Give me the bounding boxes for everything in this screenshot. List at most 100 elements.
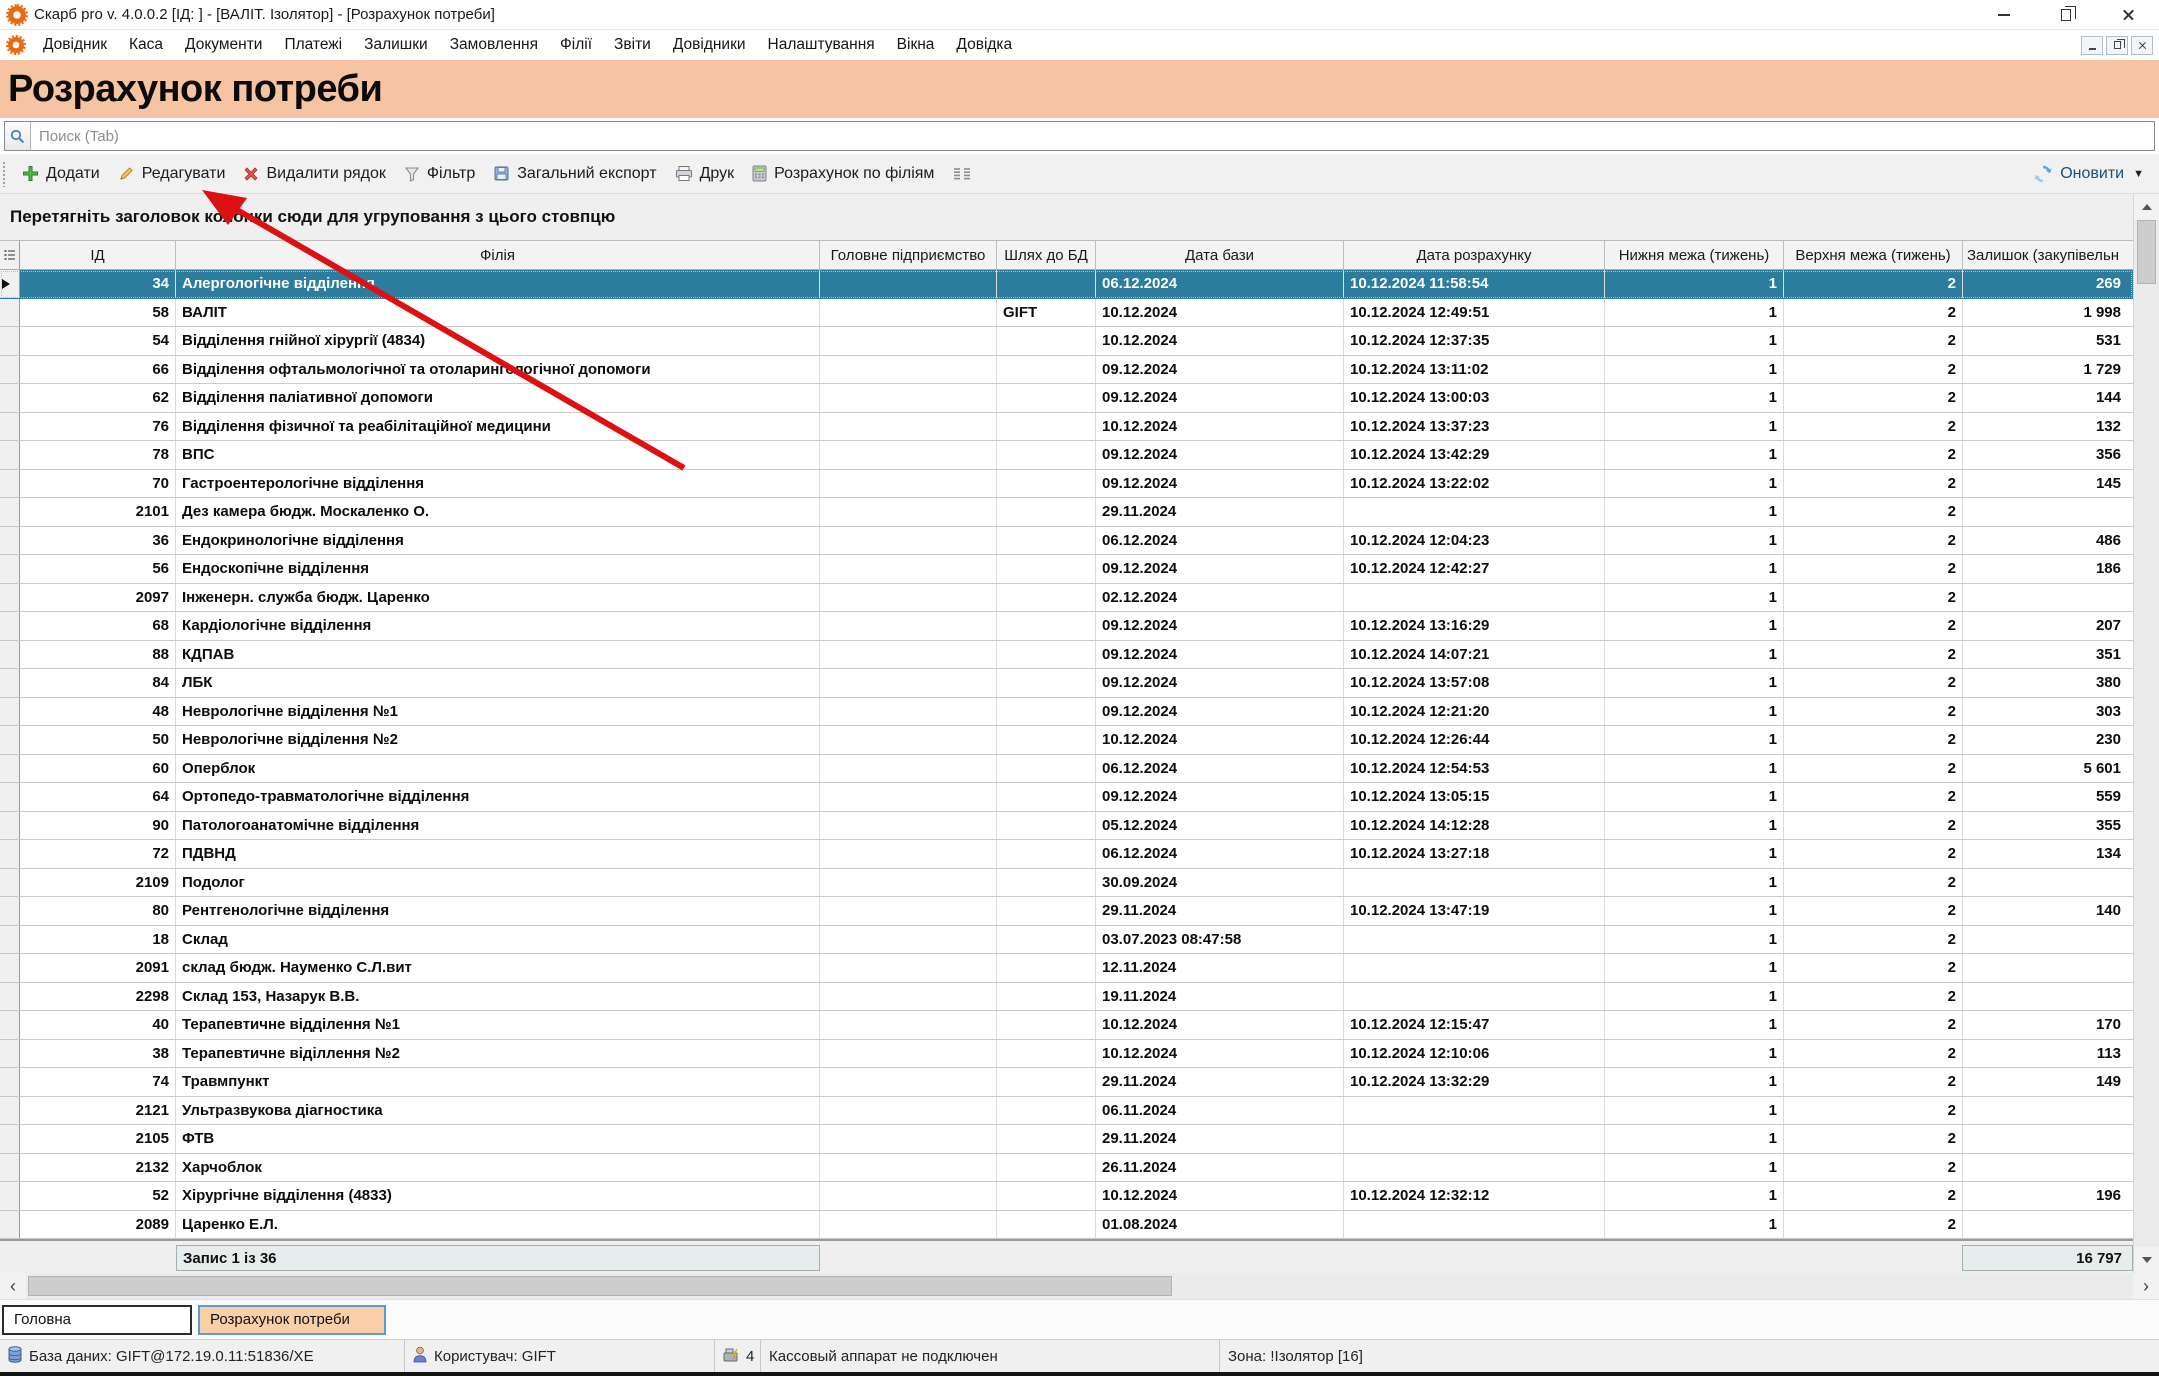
column-header-id[interactable]: ІД (20, 241, 176, 269)
menu-item-каса[interactable]: Каса (118, 32, 174, 58)
table-row[interactable]: 50Неврологічне відділення №210.12.202410… (0, 726, 2133, 755)
table-row[interactable]: 2121Ультразвукова діагностика06.11.20241… (0, 1097, 2133, 1126)
table-row[interactable]: 90Патологоанатомічне відділення05.12.202… (0, 812, 2133, 841)
menu-item-довідка[interactable]: Довідка (945, 32, 1023, 58)
menu-item-налаштування[interactable]: Налаштування (757, 32, 886, 58)
table-row[interactable]: 2101Дез камера бюдж. Москаленко О.29.11.… (0, 498, 2133, 527)
cell (820, 1011, 997, 1039)
menu-item-довідник[interactable]: Довідник (32, 32, 118, 58)
table-row[interactable]: 48Неврологічне відділення №109.12.202410… (0, 698, 2133, 727)
table-row[interactable]: 52Хірургічне відділення (4833)10.12.2024… (0, 1182, 2133, 1211)
table-row[interactable]: 2298Склад 153, Назарук В.В.19.11.202412 (0, 983, 2133, 1012)
menu-item-замовлення[interactable]: Замовлення (439, 32, 549, 58)
horizontal-scrollbar[interactable]: ‹ › (0, 1273, 2159, 1299)
table-row[interactable]: 2097Інженерн. служба бюдж. Царенко02.12.… (0, 584, 2133, 613)
calc-by-branches-button[interactable]: Розрахунок по філіям (743, 160, 943, 188)
table-row[interactable]: 54Відділення гнійної хірургії (4834)10.1… (0, 327, 2133, 356)
cell: 26.11.2024 (1096, 1154, 1344, 1182)
vertical-scroll-track[interactable] (2134, 284, 2159, 1247)
column-header-main-enterprise[interactable]: Головне підприємство (820, 241, 997, 269)
table-row[interactable]: 78ВПС09.12.202410.12.2024 13:42:2912356 (0, 441, 2133, 470)
add-button[interactable]: Додати (13, 160, 109, 188)
tab-home[interactable]: Головна (2, 1305, 192, 1335)
table-row[interactable]: 34Алергологічне відділення06.12.202410.1… (0, 270, 2133, 299)
cell (820, 584, 997, 612)
restore-button[interactable] (2035, 1, 2097, 29)
table-row[interactable]: 64Ортопедо-травматологічне відділення09.… (0, 783, 2133, 812)
cell: 2 (1784, 840, 1963, 868)
tab-rozrakhunok-potreby[interactable]: Розрахунок потреби (198, 1305, 386, 1335)
mdi-close-button[interactable] (2131, 36, 2153, 55)
table-row[interactable]: 2089Царенко Е.Л.01.08.202412 (0, 1211, 2133, 1240)
table-row[interactable]: 36Ендокринологічне відділення06.12.20241… (0, 527, 2133, 556)
table-row[interactable]: 40Терапевтичне відділення №110.12.202410… (0, 1011, 2133, 1040)
vertical-scrollbar[interactable] (2133, 194, 2159, 1273)
column-header-calc-date[interactable]: Дата розрахунку (1344, 241, 1605, 269)
table-row[interactable]: 62Відділення паліативної допомоги09.12.2… (0, 384, 2133, 413)
table-row[interactable]: 74Травмпункт29.11.202410.12.2024 13:32:2… (0, 1068, 2133, 1097)
table-row[interactable]: 70Гастроентерологічне відділення09.12.20… (0, 470, 2133, 499)
cell: 134 (1963, 840, 2133, 868)
cell: 09.12.2024 (1096, 441, 1344, 469)
table-row[interactable]: 2105ФТВ29.11.202412 (0, 1125, 2133, 1154)
vertical-scroll-thumb[interactable] (2137, 220, 2156, 284)
toolbar-drag-handle[interactable] (2, 161, 7, 187)
search-input[interactable] (31, 128, 2154, 145)
minimize-button[interactable] (1973, 1, 2035, 29)
table-row[interactable]: 68Кардіологічне відділення09.12.202410.1… (0, 612, 2133, 641)
table-row[interactable]: 76Відділення фізичної та реабілітаційної… (0, 413, 2133, 442)
table-row[interactable]: 56Ендоскопічне відділення09.12.202410.12… (0, 555, 2133, 584)
table-row[interactable]: 60Оперблок06.12.202410.12.2024 12:54:531… (0, 755, 2133, 784)
table-row[interactable]: 58ВАЛІТGIFT10.12.202410.12.2024 12:49:51… (0, 299, 2133, 328)
columns-button[interactable] (943, 161, 981, 187)
refresh-icon (2033, 164, 2053, 184)
table-row[interactable]: 18Склад03.07.2023 08:47:5812 (0, 926, 2133, 955)
table-row[interactable]: 80Рентгенологічне відділення29.11.202410… (0, 897, 2133, 926)
cell (1963, 1211, 2133, 1239)
menu-item-філії[interactable]: Філії (549, 32, 603, 58)
menu-item-звіти[interactable]: Звіти (603, 32, 662, 58)
menu-item-документи[interactable]: Документи (174, 32, 273, 58)
cell: 2 (1784, 356, 1963, 384)
table-row[interactable]: 72ПДВНД06.12.202410.12.2024 13:27:181213… (0, 840, 2133, 869)
column-header-db-path[interactable]: Шлях до БД (997, 241, 1096, 269)
column-header-upper-limit[interactable]: Верхня межа (тижень) (1784, 241, 1963, 269)
mdi-restore-button[interactable] (2106, 36, 2128, 55)
cell (1963, 869, 2133, 897)
scroll-left-arrow[interactable]: ‹ (0, 1273, 26, 1299)
column-header-branch[interactable]: Філія (176, 241, 820, 269)
table-row[interactable]: 88КДПАВ09.12.202410.12.2024 14:07:211235… (0, 641, 2133, 670)
print-button[interactable]: Друк (666, 160, 744, 188)
column-header-lower-limit[interactable]: Нижня межа (тижень) (1605, 241, 1784, 269)
edit-button[interactable]: Редагувати (109, 160, 235, 188)
column-header-remainder[interactable]: Залишок (закупівельн (1963, 241, 2133, 269)
filter-button[interactable]: Фільтр (395, 160, 484, 188)
cell: ФТВ (176, 1125, 820, 1153)
menu-item-вікна[interactable]: Вікна (886, 32, 946, 58)
scroll-right-arrow[interactable]: › (2133, 1273, 2159, 1299)
menu-item-залишки[interactable]: Залишки (353, 32, 439, 58)
table-row[interactable]: 84ЛБК09.12.202410.12.2024 13:57:0812380 (0, 669, 2133, 698)
menu-item-платежі[interactable]: Платежі (273, 32, 353, 58)
delete-row-button[interactable]: Видалити рядок (234, 160, 394, 188)
table-row[interactable]: 2109Подолог30.09.202412 (0, 869, 2133, 898)
scroll-up-arrow[interactable] (2134, 194, 2159, 220)
table-row[interactable]: 66Відділення офтальмологічної та отолари… (0, 356, 2133, 385)
close-button[interactable] (2097, 1, 2159, 29)
horizontal-scroll-thumb[interactable] (28, 1276, 1172, 1296)
refresh-dropdown-caret[interactable]: ▼ (2133, 168, 2144, 180)
table-row[interactable]: 2132Харчоблок26.11.202412 (0, 1154, 2133, 1183)
grid-options-icon[interactable] (0, 241, 20, 269)
scroll-down-arrow[interactable] (2134, 1247, 2159, 1273)
table-row[interactable]: 2091склад бюдж. Науменко С.Л.вит12.11.20… (0, 954, 2133, 983)
column-header-base-date[interactable]: Дата бази (1096, 241, 1344, 269)
refresh-button[interactable]: Оновити ▼ (2024, 159, 2153, 189)
row-indicator (0, 755, 20, 783)
table-row[interactable]: 38Терапевтичне віділлення №210.12.202410… (0, 1040, 2133, 1069)
export-button[interactable]: Загальний експорт (484, 160, 665, 188)
menu-item-довідники[interactable]: Довідники (662, 32, 757, 58)
cell: 196 (1963, 1182, 2133, 1210)
mdi-minimize-button[interactable] (2081, 36, 2103, 55)
search-icon[interactable] (5, 122, 31, 150)
cell (997, 726, 1096, 754)
